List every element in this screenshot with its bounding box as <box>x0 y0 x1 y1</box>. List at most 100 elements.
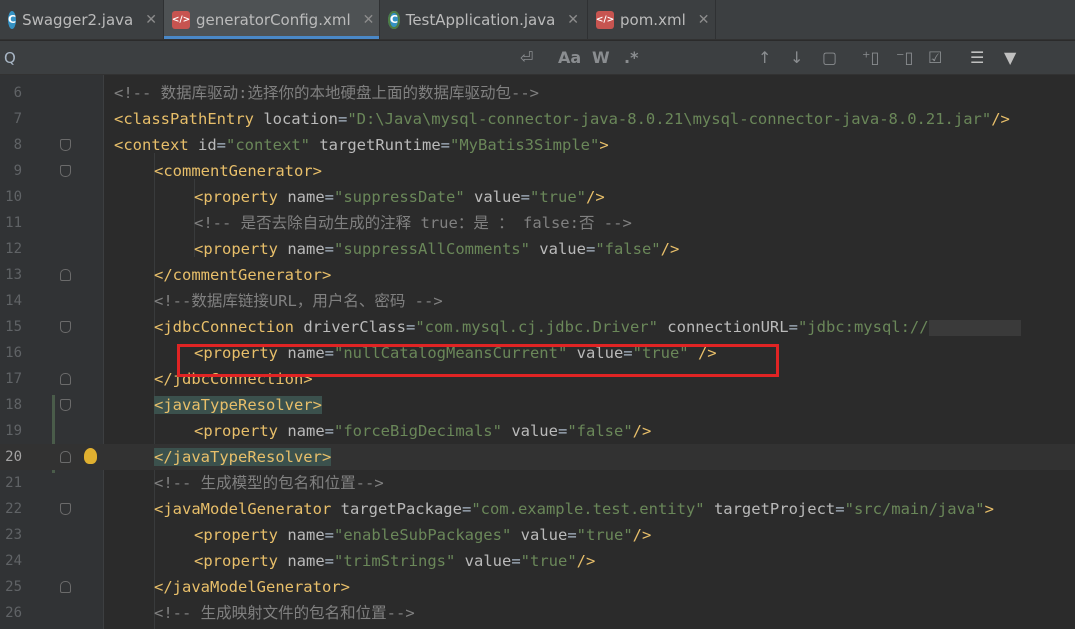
code-line[interactable]: 21 <!-- 生成模型的包名和位置--> <box>0 470 1075 496</box>
tab-generatorconfig-xml[interactable]: </> generatorConfig.xml ✕ <box>164 0 380 39</box>
line-number: 11 <box>5 215 22 231</box>
fold-marker-icon[interactable] <box>60 373 71 385</box>
tab-label: Swagger2.java <box>22 10 134 29</box>
fold-marker-icon[interactable] <box>60 321 71 333</box>
line-number: 22 <box>5 501 22 517</box>
code-line[interactable]: 18 <javaTypeResolver> <box>0 392 1075 418</box>
fold-marker-icon[interactable] <box>60 451 71 463</box>
close-icon[interactable]: ✕ <box>698 12 710 28</box>
code-token: <property <box>194 422 288 440</box>
code-token: <jdbcConnection <box>154 318 304 336</box>
line-number: 13 <box>5 267 22 283</box>
tab-swagger2-java[interactable]: C Swagger2.java ✕ <box>0 0 164 39</box>
code-token: /> <box>632 422 652 440</box>
line-number: 12 <box>5 241 22 257</box>
code-text: <classPathEntry location="D:\Java\mysql-… <box>114 106 1010 132</box>
search-icon[interactable]: Q <box>4 49 16 67</box>
tab-testapplication-java[interactable]: C TestApplication.java ✕ <box>380 0 588 39</box>
code-line[interactable]: 25 </javaModelGenerator> <box>0 574 1075 600</box>
code-token: "true" <box>576 526 633 544</box>
filter-icon[interactable]: ▼ <box>1004 48 1016 67</box>
code-token: </javaTypeResolver> <box>154 448 332 466</box>
code-token: name <box>287 240 325 258</box>
add-selection-icon[interactable]: ⁺▯ <box>862 48 879 67</box>
new-line-icon[interactable]: ⏎ <box>520 48 533 67</box>
settings-icon[interactable]: ☰ <box>970 48 984 67</box>
words-button[interactable]: W <box>592 48 610 67</box>
code-token: > <box>599 136 609 154</box>
fold-marker-icon[interactable] <box>60 165 71 177</box>
code-token: "false" <box>567 422 633 440</box>
code-token: <property <box>194 240 288 258</box>
code-token: "enableSubPackages" <box>334 526 512 544</box>
xml-file-icon: </> <box>172 10 190 29</box>
tab-label: TestApplication.java <box>405 10 556 29</box>
code-line[interactable]: 14 <!--数据库链接URL，用户名、密码 --> <box>0 288 1075 314</box>
code-line[interactable]: 10 <property name="suppressDate" value="t… <box>0 184 1075 210</box>
code-token: > <box>984 500 994 518</box>
code-token: /> <box>632 526 652 544</box>
line-number: 19 <box>5 423 22 439</box>
next-occurrence-icon[interactable]: ↓ <box>790 48 803 67</box>
code-token: <!-- 生成模型的包名和位置--> <box>154 474 384 492</box>
code-text: <!-- 生成映射文件的包名和位置--> <box>154 600 415 626</box>
code-line[interactable]: 20 </javaTypeResolver> <box>0 444 1075 470</box>
code-line[interactable]: 7 <classPathEntry location="D:\Java\mysql… <box>0 106 1075 132</box>
code-token: targetRuntime <box>310 136 441 154</box>
code-token: <!--数据库链接URL，用户名、密码 --> <box>154 292 443 310</box>
code-token: <property <box>194 552 288 570</box>
toggle-selection-icon[interactable]: ☑ <box>928 48 942 67</box>
code-text: <property name="suppressAllComments" val… <box>194 236 679 262</box>
code-text: <property name="enableSubPackages" value… <box>194 522 651 548</box>
code-token: = <box>324 552 334 570</box>
fold-marker-icon[interactable] <box>60 139 71 151</box>
line-number: 9 <box>13 163 22 179</box>
code-line[interactable]: 24 <property name="trimStrings" value="tr… <box>0 548 1075 574</box>
code-line[interactable]: 8 <context id="context" targetRuntime="My… <box>0 132 1075 158</box>
fold-marker-icon[interactable] <box>60 269 71 281</box>
code-token: "true" <box>530 188 586 206</box>
code-text: <!--数据库链接URL，用户名、密码 --> <box>154 288 443 314</box>
code-token: name <box>287 422 325 440</box>
close-icon[interactable]: ✕ <box>567 12 579 28</box>
code-token: /> <box>660 240 680 258</box>
fold-marker-icon[interactable] <box>60 399 71 411</box>
match-case-button[interactable]: Aa <box>558 48 581 67</box>
previous-occurrence-icon[interactable]: ↑ <box>758 48 771 67</box>
code-line[interactable]: 22 <javaModelGenerator targetPackage="com… <box>0 496 1075 522</box>
code-line[interactable]: 13 </commentGenerator> <box>0 262 1075 288</box>
code-line[interactable]: 11 <!-- 是否去除自动生成的注释 true：是 ： false:否 --> <box>0 210 1075 236</box>
fold-marker-icon[interactable] <box>60 503 71 515</box>
code-token: = <box>405 318 416 336</box>
code-line[interactable]: 26 <!-- 生成映射文件的包名和位置--> <box>0 600 1075 626</box>
line-number: 15 <box>5 319 22 335</box>
code-line[interactable]: 15 <jdbcConnection driverClass="com.mysql… <box>0 314 1075 340</box>
code-token: = <box>324 422 334 440</box>
code-token: "jdbc:mysql:// <box>797 318 929 336</box>
code-token: /> <box>991 110 1010 128</box>
select-all-occurrences-icon[interactable]: ▢ <box>822 48 837 67</box>
close-icon[interactable]: ✕ <box>363 12 375 28</box>
code-token: = <box>324 188 334 206</box>
code-token: "true" <box>520 552 577 570</box>
line-number: 16 <box>5 345 22 361</box>
xml-file-icon: </> <box>596 10 614 29</box>
code-token: value <box>455 552 512 570</box>
code-token: <!-- 生成映射文件的包名和位置--> <box>154 604 415 622</box>
intention-bulb-icon[interactable] <box>84 448 97 464</box>
code-editor[interactable]: 6 <!-- 数据库驱动:选择你的本地硬盘上面的数据库驱动包--> 7 <classP… <box>0 75 1075 629</box>
code-line[interactable]: 9 <commentGenerator> <box>0 158 1075 184</box>
close-icon[interactable]: ✕ <box>145 12 157 28</box>
code-line[interactable]: 19 <property name="forceBigDecimals" valu… <box>0 418 1075 444</box>
tab-pom-xml[interactable]: </> pom.xml ✕ <box>588 0 716 39</box>
code-line[interactable]: 23 <property name="enableSubPackages" val… <box>0 522 1075 548</box>
code-line[interactable]: 12 <property name="suppressAllComments" v… <box>0 236 1075 262</box>
code-text: <javaTypeResolver> <box>154 392 322 418</box>
code-token: value <box>464 188 521 206</box>
code-line[interactable]: 6 <!-- 数据库驱动:选择你的本地硬盘上面的数据库驱动包--> <box>0 80 1075 106</box>
fold-marker-icon[interactable] <box>60 581 71 593</box>
line-number: 8 <box>13 137 22 153</box>
code-token: "D:\Java\mysql-connector-java-8.0.21\mys… <box>347 110 992 128</box>
regex-button[interactable]: .* <box>624 48 638 67</box>
remove-selection-icon[interactable]: ⁻▯ <box>896 48 913 67</box>
